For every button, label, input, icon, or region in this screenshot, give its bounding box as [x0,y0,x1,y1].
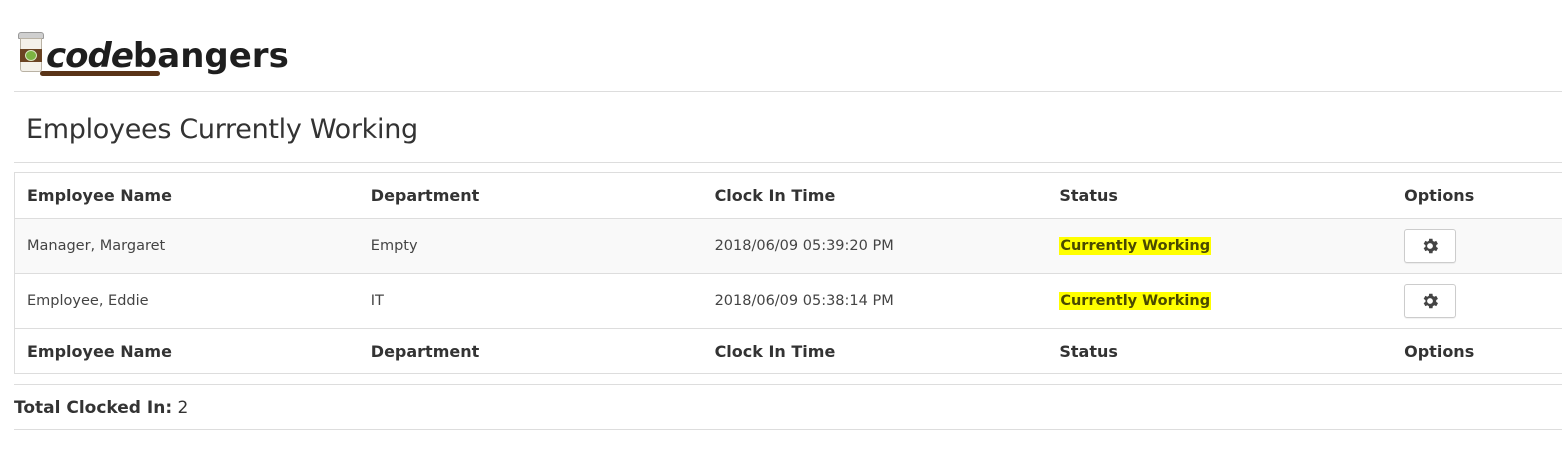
status-cell: Currently Working [1047,237,1392,255]
total-clocked-in-label: Total Clocked In: [14,398,173,418]
table-bottom-divider [14,384,1562,385]
status-badge: Currently Working [1059,292,1212,310]
table-footer-row: Employee Name Department Clock In Time S… [15,328,1562,373]
clock-in-time-cell: 2018/06/09 05:39:20 PM [714,238,894,254]
options-cell [1392,229,1562,263]
column-footer-options: Options [1404,341,1475,361]
column-header-department: Department [370,186,480,205]
total-clocked-in-value: 2 [177,398,189,418]
table-row: Employee, Eddie IT 2018/06/09 05:38:14 P… [15,273,1562,328]
footer-divider [14,429,1562,430]
table-header-row: Employee Name Department Clock In Time S… [15,173,1562,218]
column-header-clock-in-time: Clock In Time [714,186,836,205]
department-cell: IT [370,293,384,309]
employee-name-cell: Employee, Eddie [27,293,149,309]
options-button[interactable] [1404,284,1457,318]
options-button[interactable] [1404,229,1457,263]
column-footer-employee-name: Employee Name [27,341,172,361]
logo-text-code: code [46,36,134,76]
table-row: Manager, Margaret Empty 2018/06/09 05:39… [15,218,1562,273]
logo-wordmark: codebangers [40,36,289,76]
employees-table: Employee Name Department Clock In Time S… [14,172,1562,374]
column-header-options: Options [1404,186,1475,205]
logo-text-bangers: bangers [132,36,289,76]
column-footer-clock-in-time: Clock In Time [714,341,836,361]
title-divider [14,162,1562,163]
gear-icon [1423,293,1439,309]
page-title: Employees Currently Working [26,114,418,145]
column-footer-status: Status [1059,341,1118,361]
options-cell [1392,284,1562,318]
column-header-status: Status [1059,186,1118,205]
header-divider [14,91,1562,92]
gear-icon [1423,238,1439,254]
status-badge: Currently Working [1059,237,1212,255]
logo-swoosh [40,71,160,76]
coffee-cup-icon [18,32,44,76]
brand-logo[interactable]: codebangers [18,24,289,76]
column-footer-department: Department [370,341,480,361]
total-clocked-in: Total Clocked In: 2 [14,398,188,418]
department-cell: Empty [370,238,418,254]
status-cell: Currently Working [1047,292,1392,310]
clock-in-time-cell: 2018/06/09 05:38:14 PM [714,293,894,309]
employee-name-cell: Manager, Margaret [27,238,166,254]
column-header-employee-name: Employee Name [27,186,172,205]
